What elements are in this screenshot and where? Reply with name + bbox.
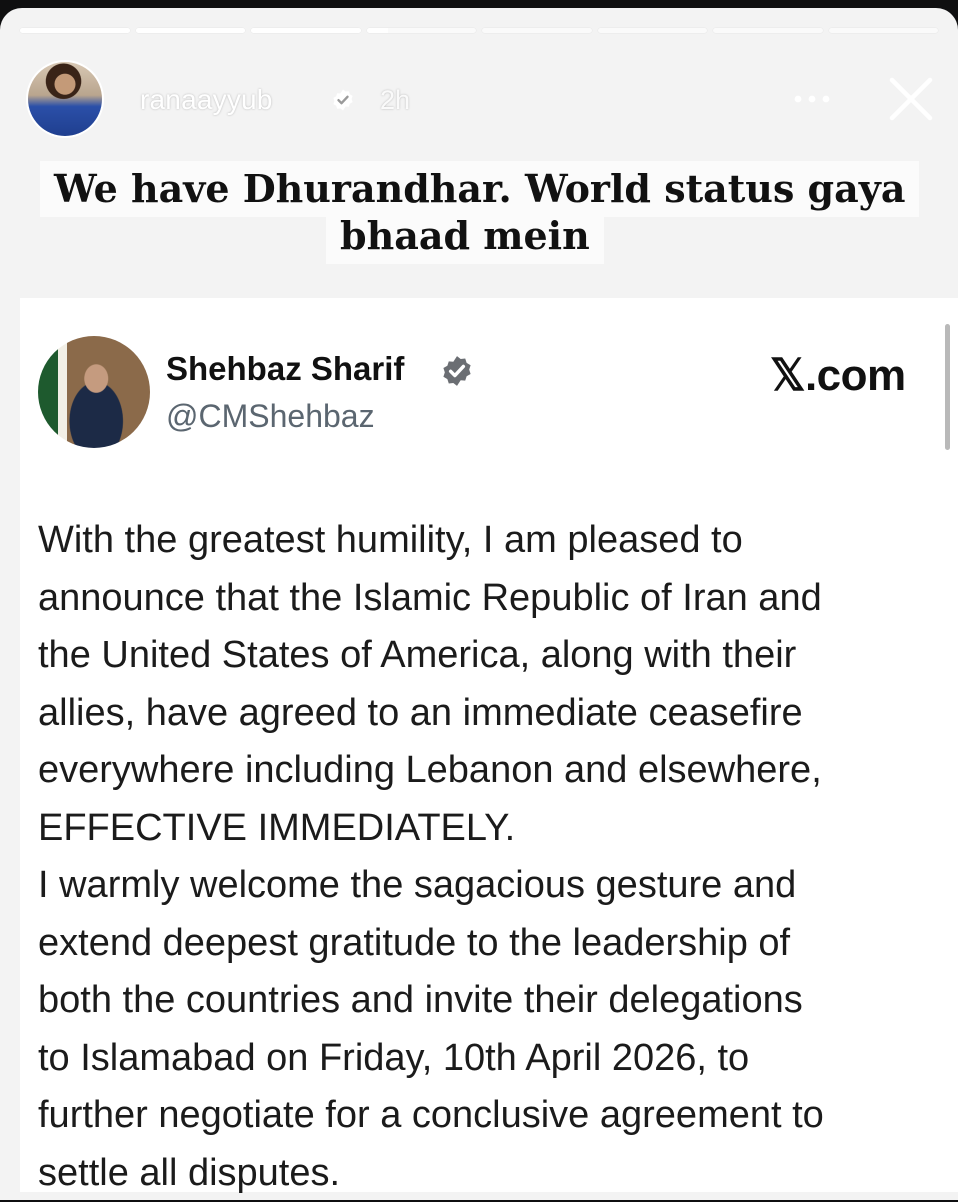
tweet-body-line: With the greatest humility, I am pleased… — [38, 512, 938, 570]
progress-segment-fill — [367, 28, 389, 33]
tweet-author-handle: @CMShehbaz — [166, 398, 375, 435]
tweet-body-line: everywhere including Lebanon and elsewhe… — [38, 742, 938, 800]
story-header: ranaayyub 2h — [26, 60, 936, 140]
progress-segment — [20, 28, 130, 33]
verified-badge-icon — [440, 354, 474, 388]
tweet-body-line: both the countries and invite their dele… — [38, 972, 938, 1030]
tweet-body-line: extend deepest gratitude to the leadersh… — [38, 915, 938, 973]
x-com-logo: 𝕏.com — [770, 350, 906, 401]
tweet-body-line: settle all disputes. — [38, 1145, 938, 1202]
progress-segment-fill — [20, 28, 130, 33]
tweet-body-line: announce that the Islamic Republic of Ir… — [38, 570, 938, 628]
scrollbar[interactable] — [945, 324, 950, 450]
story-username[interactable]: ranaayyub — [140, 84, 273, 116]
tweet-body-line: I warmly welcome the sagacious gesture a… — [38, 857, 938, 915]
close-icon[interactable] — [884, 72, 938, 126]
progress-segment — [482, 28, 592, 33]
progress-segment — [251, 28, 361, 33]
progress-segment — [367, 28, 477, 33]
progress-segment — [713, 28, 823, 33]
story-caption-line-2: bhaad mein — [326, 208, 604, 264]
progress-segment-fill — [136, 28, 246, 33]
profile-photo-icon — [28, 62, 102, 136]
tweet-author-avatar — [38, 336, 150, 448]
progress-segment — [829, 28, 939, 33]
tweet-body-line: further negotiate for a conclusive agree… — [38, 1087, 938, 1145]
progress-segment — [598, 28, 708, 33]
tweet-author-name: Shehbaz Sharif — [166, 350, 404, 388]
progress-segment-fill — [251, 28, 361, 33]
tweet-body-line: the United States of America, along with… — [38, 627, 938, 685]
story-timestamp: 2h — [380, 85, 410, 116]
progress-segment — [136, 28, 246, 33]
tweet-body-line: EFFECTIVE IMMEDIATELY. — [38, 800, 938, 858]
more-options-icon[interactable] — [790, 84, 834, 114]
tweet-body-line: allies, have agreed to an immediate ceas… — [38, 685, 938, 743]
verified-badge-icon — [331, 88, 355, 112]
tweet-body-line: to Islamabad on Friday, 10th April 2026,… — [38, 1030, 938, 1088]
story-progress-bar — [20, 28, 938, 33]
story-user-avatar[interactable] — [26, 60, 104, 138]
tweet-body: With the greatest humility, I am pleased… — [38, 512, 938, 1202]
